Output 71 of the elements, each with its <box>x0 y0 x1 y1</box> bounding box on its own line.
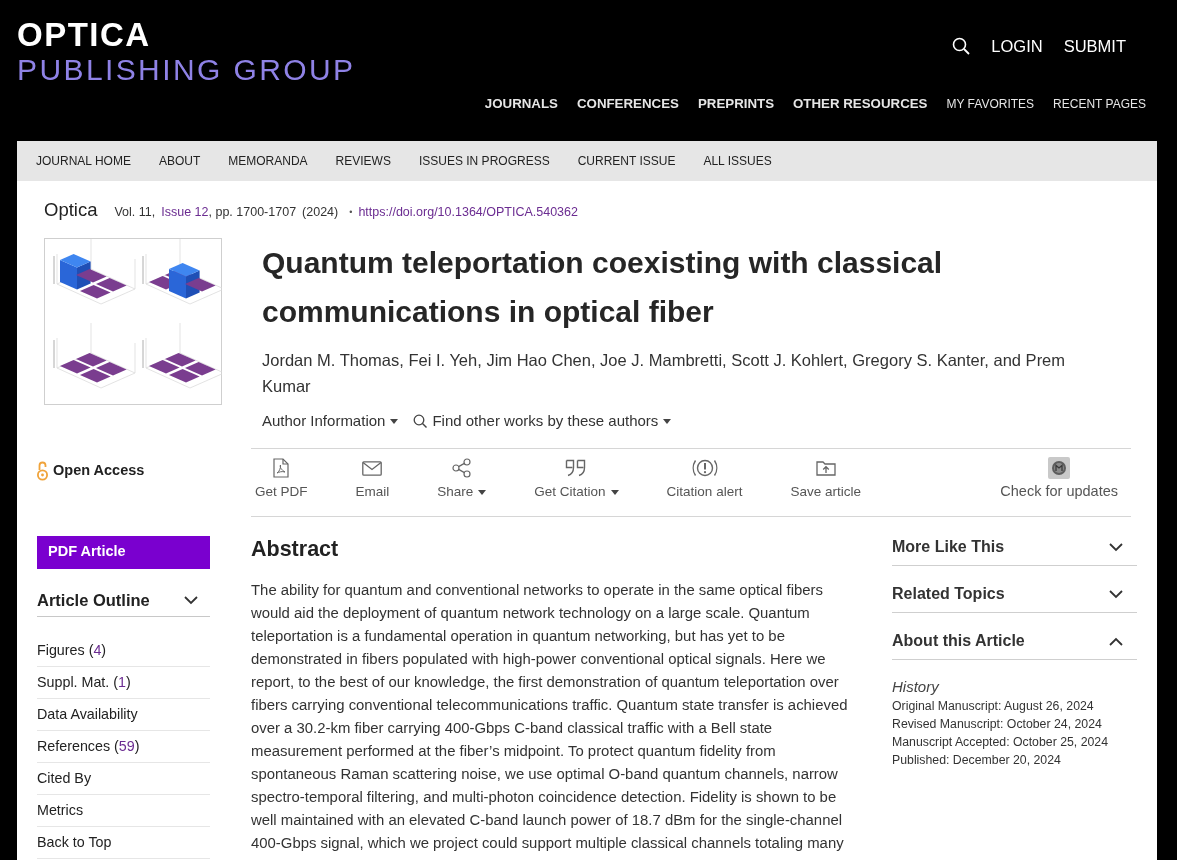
pdf-button[interactable]: Get PDF <box>255 449 308 501</box>
chevron-down-icon[interactable] <box>1109 542 1123 552</box>
journal-nav-link[interactable]: ABOUT <box>158 152 201 170</box>
journal-name: Optica <box>44 199 98 220</box>
journal-nav-link[interactable]: REVIEWS <box>335 152 391 170</box>
history-entry: Original Manuscript: August 26, 2024 <box>892 698 1095 715</box>
journal-nav-link[interactable]: JOURNAL HOME <box>36 152 131 170</box>
chevron-up-icon[interactable] <box>1109 636 1123 646</box>
update-badge-icon <box>1048 457 1071 479</box>
outline-link[interactable]: Suppl. Mat. (1) <box>37 666 210 699</box>
open-lock-icon <box>37 460 48 481</box>
outline-link[interactable]: Metrics <box>37 794 210 827</box>
citation-link[interactable]: https://doi.org/10.1364/OPTICA.540362 <box>358 205 578 219</box>
citation-text: Vol. 11, <box>114 205 156 219</box>
outline-link[interactable]: Figures (4) <box>37 634 210 667</box>
outline-link[interactable]: Data Availability <box>37 698 210 731</box>
pdf-article-button[interactable]: PDF Article <box>37 535 210 569</box>
citation-link[interactable]: Issue 12 <box>161 205 209 219</box>
search-icon[interactable] <box>952 37 971 55</box>
article-title: Quantum teleportation coexisting with classical communications in optical fiber <box>262 245 944 330</box>
share-icon <box>451 458 472 478</box>
panel-heading[interactable]: More Like This <box>892 535 1005 559</box>
pdf-file-icon <box>273 458 290 478</box>
chevron-down-icon[interactable] <box>184 595 198 605</box>
journal-nav-link[interactable]: ALL ISSUES <box>703 152 772 170</box>
nav-link[interactable]: RECENT PAGES <box>1053 94 1146 113</box>
account-link[interactable]: SUBMIT <box>1063 35 1126 57</box>
history-heading: History <box>892 677 941 697</box>
open-access-label: Open Access <box>53 461 145 480</box>
outline-link[interactable]: References (59) <box>37 730 210 763</box>
save-button[interactable]: Save article <box>790 449 861 501</box>
account-link[interactable]: LOGIN <box>991 35 1043 57</box>
cite-button[interactable]: Get Citation <box>534 449 619 501</box>
logo-subtitle[interactable]: PUBLISHING GROUP <box>17 54 356 86</box>
outline-link[interactable]: Back to Top <box>37 826 210 859</box>
chevron-down-icon[interactable] <box>1109 589 1123 599</box>
outline-link[interactable]: Cited By <box>37 762 210 795</box>
author-list: Jordan M. Thomas, Fei I. Yeh, Jim Hao Chen, Joe J. Mambretti, Scott J. Kohlert, Gregory S. Kanter, and Prem Kumar <box>262 347 1082 399</box>
caret-icon <box>390 418 399 424</box>
bullet-separator: • <box>349 207 353 217</box>
logo-wordmark[interactable]: OPTICA <box>17 20 151 50</box>
nav-link[interactable]: JOURNALS <box>484 94 558 114</box>
abstract-paragraph: The ability for quantum and conventional networks to operate in the same optical fibers would aid the deployment of quantum network technology on a large scale. Quantum teleportation is a fundamental operation in quantum networking, but has yet to be demonstrated in fibers populated with high-power conventional optical signals. Here we report, to the best of our knowledge, the first demonstration of quantum teleportation over fibers carrying conventional telecommunications traffic. Quantum state transfer is achieved over a 30.2-km fiber carrying 400-Gbps C-band classical traffic with a Bell state measurement performed at the fiber’s midpoint. To protect quantum fidelity from spontaneous Raman scattering noise, we use optimal O-band quantum channels, narrow spectro-temporal filtering, and multi-photon coincidence detection. Fidelity is shown to be well maintained with an elevated C-band launch power of 18.7 dBm for the single-channel 400-Gbps signal, which we project could support multiple classical channels totaling many <box>251 581 849 853</box>
journal-nav-link[interactable]: MEMORANDA <box>228 152 308 170</box>
email-button[interactable]: Email <box>355 449 390 501</box>
journal-nav-link[interactable]: CURRENT ISSUE <box>577 152 676 170</box>
check-updates-button[interactable]: Check for updates <box>1000 449 1118 503</box>
history-entry: Manuscript Accepted: October 25, 2024 <box>892 734 1109 751</box>
nav-link[interactable]: MY FAVORITES <box>946 94 1035 113</box>
nav-link[interactable]: CONFERENCES <box>576 94 679 114</box>
alert-button[interactable]: Citation alert <box>666 449 743 501</box>
panel-heading[interactable]: Related Topics <box>892 582 1005 606</box>
quote-icon <box>565 459 588 477</box>
history-entry: Revised Manuscript: October 24, 2024 <box>892 716 1103 733</box>
citation-text: , pp. 1700-1707 <box>208 205 297 219</box>
history-entry: Published: December 20, 2024 <box>892 752 1062 769</box>
caret-icon <box>663 418 672 424</box>
find-works-link[interactable]: Find other works by these authors <box>413 409 672 433</box>
journal-nav-link[interactable]: ISSUES IN PROGRESS <box>418 152 550 170</box>
nav-link[interactable]: PREPRINTS <box>697 94 775 114</box>
outline-heading: Article Outline <box>37 589 150 611</box>
alert-icon <box>691 458 718 478</box>
author-info-link[interactable]: Author Information <box>262 409 399 433</box>
envelope-icon <box>362 460 383 476</box>
panel-heading[interactable]: About this Article <box>892 629 1025 653</box>
share-button[interactable]: Share <box>437 449 487 501</box>
citation-text: (2024) <box>302 205 339 219</box>
folder-upload-icon <box>815 460 836 476</box>
search-icon <box>413 414 428 428</box>
nav-link[interactable]: OTHER RESOURCES <box>793 94 928 114</box>
abstract-heading: Abstract <box>251 536 340 562</box>
